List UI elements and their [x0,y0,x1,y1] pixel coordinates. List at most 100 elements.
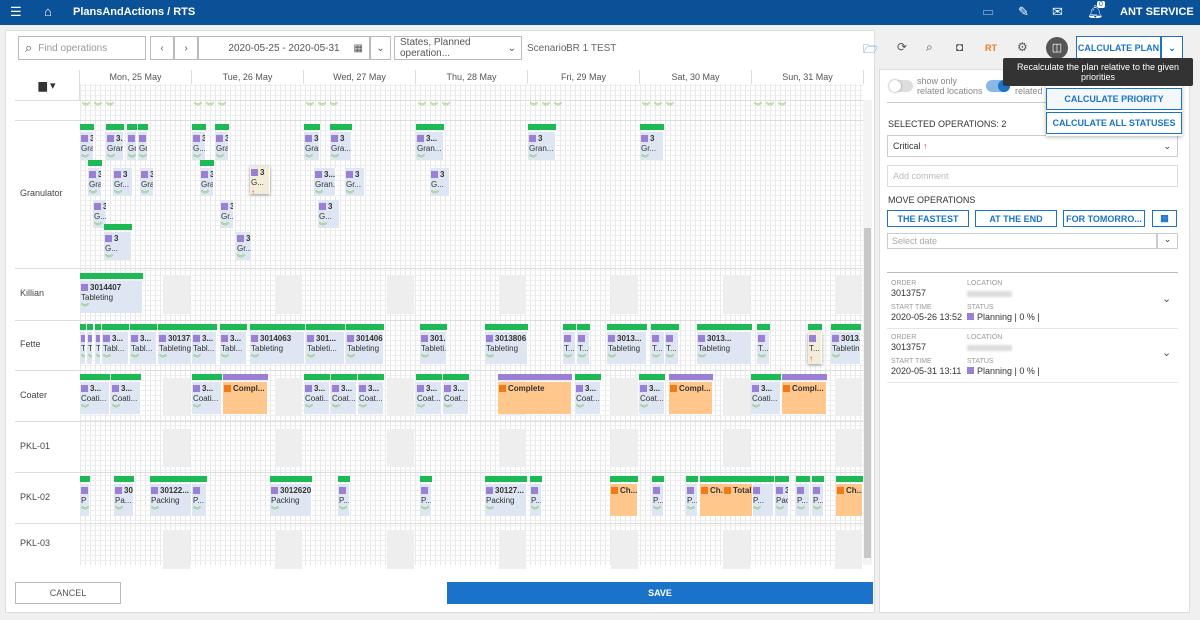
operation-block[interactable]: 3Gr...︾ [220,200,234,228]
operation-block[interactable]: 3014407 Tableting ︾ [80,281,143,313]
operation-block[interactable]: Compl... [782,382,827,414]
calendar-button[interactable]: ▦ [1152,210,1177,227]
mail-icon[interactable]: ✉ [1052,4,1063,20]
related-locations-toggle[interactable] [889,80,913,92]
operation-block[interactable]: 3... Coat... ︾ [331,382,357,414]
operation-block[interactable]: 3Gra...︾ [127,132,137,160]
operation-block[interactable]: P...︾ [420,484,432,516]
operation-block[interactable]: 3Gran...︾ [528,132,556,160]
operation-block[interactable]: T... ︾ [665,332,679,364]
operation-block[interactable]: 3013...Tableting︾ [697,332,752,364]
operation-block[interactable]: 3... Coati... ︾ [751,382,781,414]
operation-block[interactable]: 3014063 Tableting ︾ [250,332,305,364]
operation-block[interactable]: 3... Tabl... ︾ [102,332,129,364]
operation-block[interactable]: 3... Tabl... ︾ [130,332,157,364]
operation-block[interactable]: T︾ [80,332,86,364]
comment-input[interactable]: Add comment [887,165,1178,187]
rt-button[interactable]: RT [985,43,997,53]
operation-block[interactable]: 3... Coati... ︾ [304,382,330,414]
operation-block[interactable]: 3012620 Packing ︾ [270,484,312,516]
operation-block[interactable]: T︾ [95,332,101,364]
camera-icon[interactable]: ◘ [956,40,963,54]
operation-block[interactable]: P...︾ [652,484,664,516]
date-input[interactable]: Select date [887,233,1157,249]
operation-block[interactable]: 3Gr...︾ [640,132,664,160]
operation-block[interactable]: 3 G... ↑ [250,166,270,194]
operation-block[interactable]: 3...Gran...︾ [416,132,444,160]
scrollbar[interactable] [863,100,872,565]
operation-block[interactable]: T... ︾ [577,332,590,364]
calculate-dropdown-button[interactable]: ⌄ [1161,36,1183,60]
operation-block[interactable]: 3Gran...︾ [200,168,214,196]
zoom-out-icon[interactable]: ⌕ [926,40,933,55]
operation-block[interactable]: 30122... Packing ︾ [150,484,192,516]
operation-block[interactable]: 3... Tabl... ︾ [220,332,247,364]
the-fastest-button[interactable]: THE FASTEST [887,210,969,227]
expand-chevron-icon[interactable]: ⌄ [1162,292,1171,305]
operation-block[interactable]: 3Gr...︾ [113,168,133,196]
operation-block[interactable]: 3... Coat... ︾ [416,382,442,414]
operation-block[interactable]: P...︾ [686,484,698,516]
operation-block[interactable]: P ︾ [80,484,90,516]
operation-block[interactable]: 3... Coat... ︾ [358,382,384,414]
operation-block[interactable]: P...︾ [812,484,824,516]
operation-block[interactable]: 3G...︾ [430,168,450,196]
operation-block[interactable]: P...︾ [796,484,810,516]
menu-icon[interactable]: ☰ [10,4,22,20]
lock-icon[interactable]: ▭ [982,4,994,20]
operation-block[interactable]: 30127... Packing ︾ [485,484,527,516]
operation-block[interactable]: 3G...︾ [104,232,132,260]
operation-block[interactable]: 3...Gran...︾ [106,132,124,160]
operation-block[interactable]: T... ↑ [808,332,822,364]
operation-block[interactable]: 3...Pac...︾ [775,484,789,516]
operation-block[interactable]: 3G...︾ [318,200,340,228]
operation-block[interactable]: 3013806 Tableting ︾ [485,332,528,364]
date-range-input[interactable]: 2020-05-25 - 2020-05-31 ▦ [198,36,370,60]
breadcrumb[interactable]: PlansAndActions / RTS [73,6,195,18]
operation-block[interactable]: Total... [723,484,753,516]
operation-block[interactable]: 3013...Tableting︾ [831,332,861,364]
operation-block[interactable]: 3Gran...︾ [80,132,94,160]
operation-block[interactable]: T... ︾ [757,332,770,364]
archive-dropdown[interactable]: ▆ ▾ [15,70,80,100]
operation-block[interactable]: Compl... [669,382,713,414]
user-menu[interactable]: ANT SERVICE [1120,6,1194,18]
operation-block[interactable]: 3Gran...︾ [304,132,320,160]
operation-block[interactable]: 301...Tableti...︾ [420,332,447,364]
calculate-plan-button[interactable]: CALCULATE PLAN [1076,36,1161,60]
operation-block[interactable]: 301...Tableti...︾ [306,332,345,364]
home-icon[interactable]: ⌂ [44,4,52,19]
operation-block[interactable]: P...︾ [192,484,207,516]
refresh-icon[interactable]: ⟳ [897,40,907,54]
operation-block[interactable]: P...︾ [530,484,542,516]
for-tomorrow-button[interactable]: FOR TOMORRO... [1063,210,1145,227]
operation-block[interactable]: 3... Coat... ︾ [639,382,665,414]
operation-block[interactable]: 3Gr...︾ [345,168,365,196]
cancel-button[interactable]: CANCEL [15,582,121,604]
operation-block[interactable]: Ch... [610,484,638,516]
folder-icon[interactable]: 🗁︎ [863,40,878,61]
operation-block[interactable]: Ch... [836,484,863,516]
next-button[interactable]: › [174,36,198,60]
operation-block[interactable]: 3... Coat... ︾ [443,382,469,414]
operation-block[interactable]: 3Gran...︾ [88,168,102,196]
operation-block[interactable]: 3Gr...︾ [138,132,148,160]
menu-item-calculate-priority[interactable]: CALCULATE PRIORITY [1046,88,1182,110]
operation-block[interactable]: 3G...︾ [192,132,206,160]
operation-block[interactable]: 3... Tabl... ︾ [192,332,217,364]
operation-block[interactable]: 3...Gran...︾ [314,168,336,196]
operation-block[interactable]: 3... Coati... ︾ [80,382,110,414]
filter-select[interactable]: States, Planned operation... ⌄ [394,36,522,60]
operation-block[interactable]: Compl... [223,382,268,414]
date-dropdown[interactable]: ⌄ [1157,233,1178,249]
operation-block[interactable]: 3...Gr...︾ [236,232,252,260]
split-view-button[interactable]: ◫ [1046,37,1068,59]
pen-icon[interactable]: ✎ [1018,4,1029,20]
search-input[interactable]: ⌕ Find operations [18,36,146,60]
operation-block[interactable]: 30...Pa...︾ [114,484,134,516]
date-dropdown-button[interactable]: ⌄ [370,36,391,60]
operation-block[interactable]: 3014061Tableting︾ [346,332,384,364]
operation-block[interactable]: 3... Coat... ︾ [575,382,601,414]
expand-chevron-icon[interactable]: ⌄ [1162,346,1171,359]
gear-icon[interactable]: ⚙ [1017,40,1028,54]
